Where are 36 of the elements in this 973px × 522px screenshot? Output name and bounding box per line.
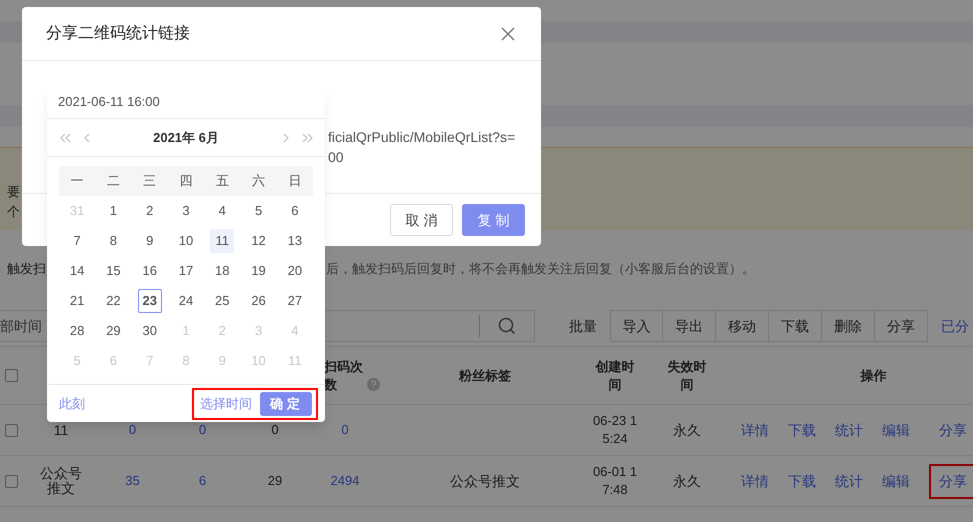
table-cell-text: 35 (124, 472, 141, 490)
hint-text: 后，触发扫码后回复时，将不会再触发关注后回复（小客服后台的设置）。 (326, 260, 755, 278)
hint-text: 触发扫 (6, 260, 46, 278)
table-cell-text: 11 (52, 422, 70, 438)
column-header: 创建时间 (594, 358, 636, 394)
notice-text: 个 (7, 203, 20, 221)
table-cell-text: 0 (128, 421, 138, 440)
table-cell-text: 0 (198, 421, 208, 440)
weekday-label: 三 (142, 172, 158, 190)
column-header: 扫码次数 (324, 358, 364, 394)
weekday-label: 二 (106, 172, 121, 190)
column-header: 粉丝标签 (458, 366, 512, 385)
weekday-label: 日 (287, 172, 302, 190)
table-cell-text: 29 (266, 472, 284, 490)
column-header: 失效时间 (666, 358, 708, 394)
table-cell-text: 6 (198, 472, 208, 490)
month-label: 2021年 6月 (152, 128, 220, 147)
dialog-title: 分享二维码统计链接 (46, 24, 190, 44)
table-cell-text: 永久 (672, 420, 702, 440)
table-cell-text: 永久 (672, 472, 702, 490)
table-cell-text: 0 (270, 421, 280, 440)
notice-text: 要 (7, 183, 20, 201)
link-text: 00 (328, 148, 344, 167)
table-cell-text: 0 (340, 421, 350, 440)
table-cell-text: 06-01 17:48 (592, 463, 638, 499)
link-text: ficialQrPublic/MobileQrList?s= (328, 128, 516, 147)
weekday-label: 六 (251, 172, 266, 190)
batch-label: 批量 (569, 316, 597, 336)
table-cell-text: 公众号推文 (449, 472, 521, 490)
column-header: 操作 (859, 366, 888, 385)
table-cell-text: 2494 (330, 472, 360, 490)
table-cell-text: 06-23 15:24 (592, 412, 638, 448)
weekday-label: 五 (214, 172, 230, 190)
weekday-label: 四 (178, 172, 194, 190)
table-cell-text: 公众号推文 (39, 466, 83, 496)
weekday-label: 一 (70, 172, 85, 190)
